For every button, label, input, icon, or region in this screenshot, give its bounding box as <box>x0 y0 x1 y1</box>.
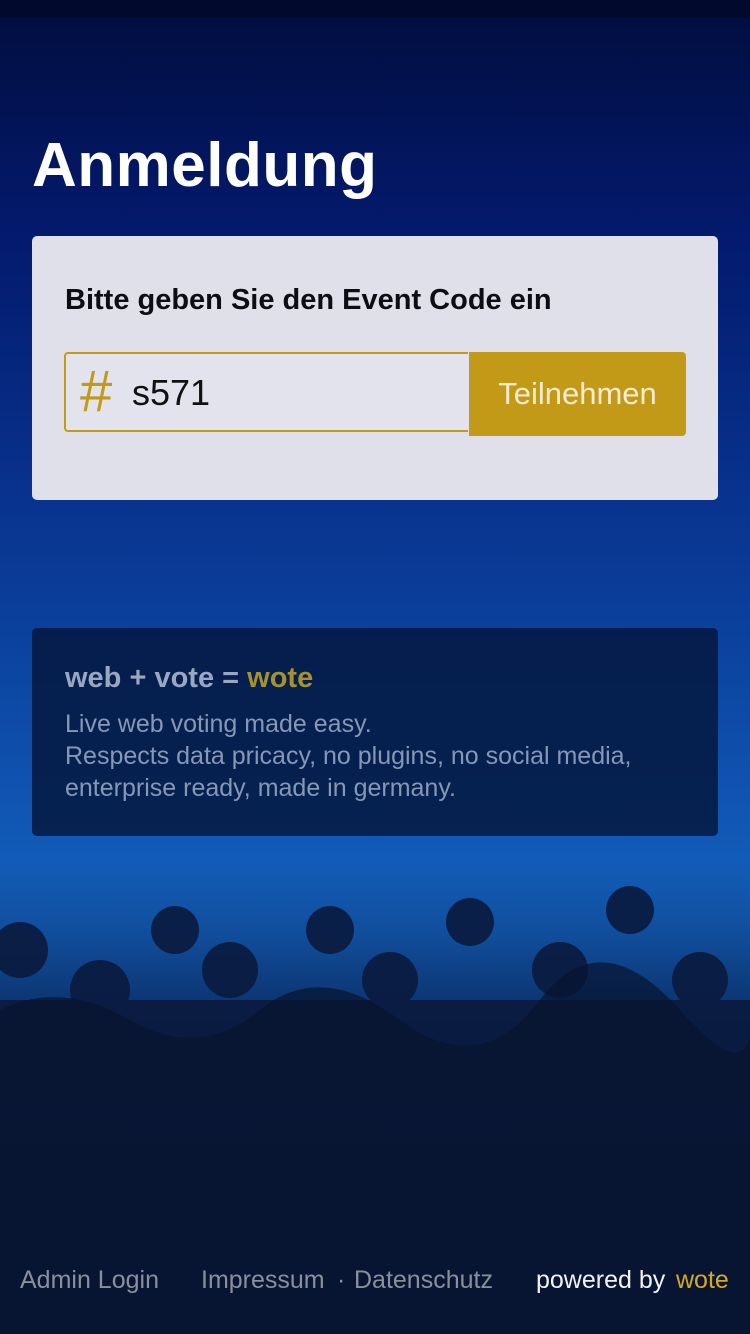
event-code-field[interactable]: # <box>64 352 468 432</box>
page-title: Anmeldung <box>32 131 378 200</box>
info-heading: web + vote = wote <box>65 662 313 695</box>
impressum-link[interactable]: Impressum <box>201 1266 325 1295</box>
event-code-prompt: Bitte geben Sie den Event Code ein <box>65 284 552 316</box>
info-description: Live web voting made easy. Respects data… <box>65 708 705 804</box>
footer-separator: · <box>337 1266 346 1294</box>
login-screen: Anmeldung Bitte geben Sie den Event Code… <box>0 0 750 1334</box>
info-card: web + vote = wote Live web voting made e… <box>32 628 718 836</box>
info-line-1: Live web voting made easy. <box>65 710 372 738</box>
datenschutz-link[interactable]: Datenschutz <box>354 1266 493 1295</box>
info-line-2: Respects data pricacy, no plugins, no so… <box>65 742 632 802</box>
footer: Admin Login Impressum · Datenschutz powe… <box>0 1262 750 1302</box>
powered-by-label: powered by <box>536 1266 666 1294</box>
status-bar <box>0 0 750 18</box>
join-button[interactable]: Teilnehmen <box>469 352 686 436</box>
hash-icon: # <box>80 359 113 424</box>
info-heading-brand: wote <box>247 662 314 694</box>
event-code-input[interactable] <box>132 364 452 422</box>
powered-by-brand-link[interactable]: wote <box>676 1266 729 1295</box>
info-heading-text: web + vote = <box>65 662 248 694</box>
admin-login-link[interactable]: Admin Login <box>20 1266 159 1295</box>
event-code-card: Bitte geben Sie den Event Code ein # Tei… <box>32 236 718 500</box>
